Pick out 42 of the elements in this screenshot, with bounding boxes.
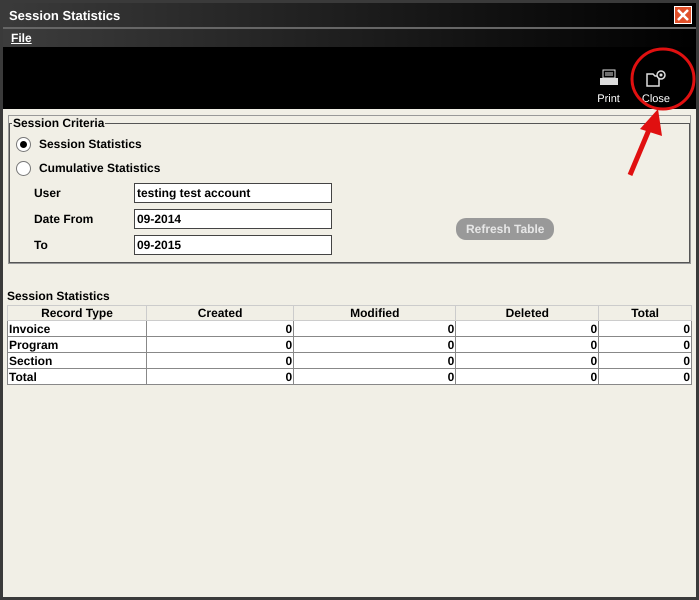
- table-cell: 0: [456, 352, 599, 368]
- table-cell: 0: [294, 320, 456, 336]
- table-cell: 0: [146, 320, 294, 336]
- table-cell: Invoice: [8, 320, 146, 336]
- table-cell: Total: [8, 368, 146, 384]
- input-field[interactable]: 09-2015: [134, 235, 332, 255]
- table-cell: 0: [598, 368, 692, 384]
- window-title: Session Statistics: [9, 8, 120, 22]
- table-cell: Section: [8, 352, 146, 368]
- close-button[interactable]: Close: [636, 69, 676, 105]
- column-header: Deleted: [456, 306, 599, 320]
- printer-icon: [598, 69, 619, 87]
- table-cell: 0: [456, 368, 599, 384]
- column-header: Record Type: [8, 306, 146, 320]
- column-header: Modified: [294, 306, 456, 320]
- field-label: Date From: [34, 212, 94, 226]
- input-field[interactable]: 09-2014: [134, 209, 332, 229]
- menu-item[interactable]: File: [11, 31, 32, 45]
- table-cell: 0: [294, 368, 456, 384]
- table-cell: 0: [456, 336, 599, 352]
- table-cell: Program: [8, 336, 146, 352]
- table-cell: 0: [598, 352, 692, 368]
- table-cell: 0: [294, 352, 456, 368]
- table-cell: 0: [146, 352, 294, 368]
- close-button[interactable]: [674, 6, 692, 24]
- folder-close-icon: [644, 69, 667, 87]
- group-title: Session Criteria: [12, 116, 106, 130]
- table-cell: 0: [598, 320, 692, 336]
- table-cell: 0: [294, 336, 456, 352]
- table-cell: 0: [146, 368, 294, 384]
- column-header: Total: [598, 306, 692, 320]
- table-title: Session Statistics: [7, 289, 111, 303]
- table-cell: 0: [456, 320, 599, 336]
- print-button[interactable]: Print: [591, 69, 626, 105]
- radio-option[interactable]: Session Statistics: [16, 134, 336, 154]
- field-label: User: [34, 186, 62, 200]
- input-field[interactable]: testing test account: [134, 183, 332, 203]
- radio-option[interactable]: Cumulative Statistics: [16, 158, 336, 178]
- field-label: To: [34, 238, 49, 252]
- table-cell: 0: [598, 336, 692, 352]
- table-cell: 0: [146, 336, 294, 352]
- column-header: Created: [146, 306, 294, 320]
